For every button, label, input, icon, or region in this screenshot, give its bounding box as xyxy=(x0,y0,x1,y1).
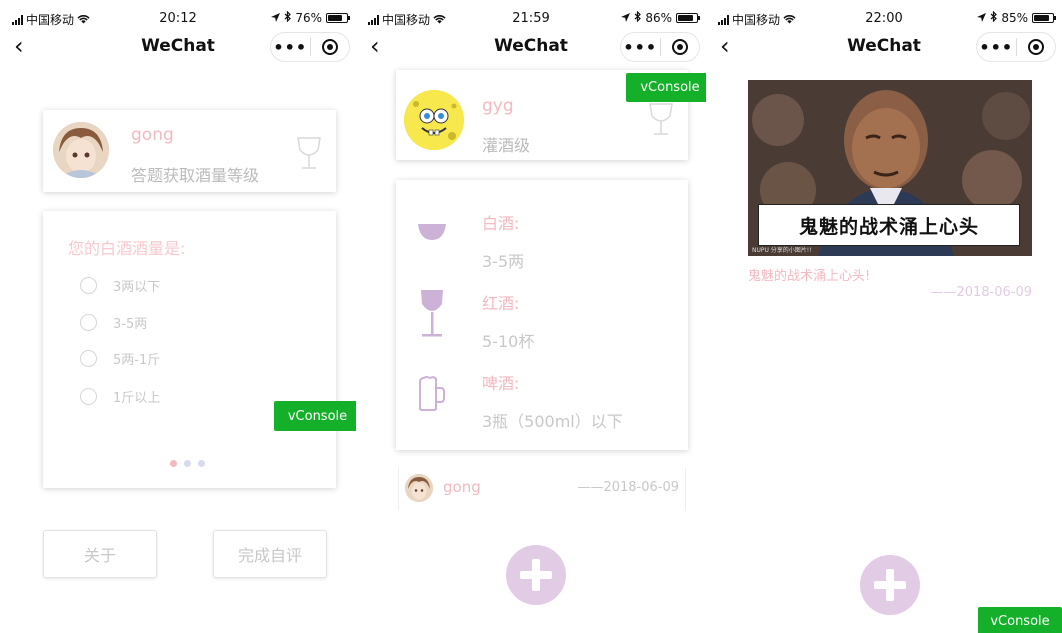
location-icon xyxy=(271,11,281,25)
battery-percent: 76% xyxy=(295,11,322,25)
option-label: 3-5两 xyxy=(113,317,148,332)
more-icon[interactable]: ••• xyxy=(271,38,310,57)
status-bar: 中国移动 21:59 86% xyxy=(356,0,706,36)
battery-level xyxy=(328,15,342,21)
location-icon xyxy=(977,11,987,25)
battery-icon xyxy=(326,13,350,23)
location-icon xyxy=(621,11,631,25)
navigation-bar: ‹ WeChat ••• xyxy=(356,32,706,62)
page-dot[interactable] xyxy=(170,460,177,467)
drink-amount: 5-10杯 xyxy=(482,332,535,351)
vconsole-button[interactable]: vConsole xyxy=(978,607,1062,633)
option-label: 3两以下 xyxy=(113,280,161,295)
battery-level xyxy=(1034,15,1050,21)
post-image[interactable]: 鬼魅的战术涌上心头 NUPU 分享的小图片!! xyxy=(748,80,1032,256)
navigation-bar: ‹ WeChat ••• xyxy=(706,32,1062,62)
history-record[interactable]: gong ——2018-06-09 xyxy=(398,468,686,510)
drink-label: 白酒: xyxy=(482,214,520,233)
beer-mug-icon xyxy=(419,376,445,411)
meme-caption: 鬼魅的战术涌上心头 xyxy=(758,204,1020,246)
screen-quiz: 中国移动 20:12 76% ‹ WeChat ••• gong 答题获取酒量等… xyxy=(0,0,356,633)
option-label: 5两-1斤 xyxy=(113,353,161,368)
baijiu-cup-icon xyxy=(418,224,446,240)
quiz-question: 您的白酒酒量是: xyxy=(68,239,186,258)
more-icon[interactable]: ••• xyxy=(977,38,1016,57)
battery-percent: 86% xyxy=(645,11,672,25)
drink-amount: 3瓶（500ml）以下 xyxy=(482,412,623,431)
close-mini-program-button[interactable] xyxy=(311,39,350,55)
avatar xyxy=(53,122,109,178)
drinking-level: 灌酒级 xyxy=(482,136,531,155)
menu-capsule: ••• xyxy=(270,32,350,62)
battery-percent: 85% xyxy=(1001,11,1028,25)
wine-glass-icon xyxy=(421,290,443,337)
bluetooth-icon xyxy=(634,10,642,25)
drink-amount: 3-5两 xyxy=(482,252,525,271)
bluetooth-icon xyxy=(284,10,292,25)
profile-card: gong 答题获取酒量等级 xyxy=(43,110,336,192)
screen-post: 中国移动 22:00 85% ‹ WeChat ••• 鬼魅的战术涌上心头 NU… xyxy=(706,0,1062,633)
navigation-bar: ‹ WeChat ••• xyxy=(0,32,356,62)
close-mini-program-button[interactable] xyxy=(1017,39,1056,55)
quiz-option[interactable]: 5两-1斤 xyxy=(80,349,160,368)
target-icon xyxy=(671,39,688,55)
post-date: ——2018-06-09 xyxy=(930,285,1032,300)
quiz-option[interactable]: 1斤以上 xyxy=(80,387,160,406)
battery-icon xyxy=(1032,13,1056,23)
battery-level xyxy=(678,15,694,21)
record-date: ——2018-06-09 xyxy=(577,480,679,495)
vconsole-button[interactable]: vConsole xyxy=(274,401,356,431)
option-label: 1斤以上 xyxy=(113,391,161,406)
post-text: 鬼魅的战术涌上心头! xyxy=(748,269,871,284)
status-right: 76% xyxy=(271,10,350,25)
close-mini-program-button[interactable] xyxy=(661,39,700,55)
more-icon[interactable]: ••• xyxy=(621,38,660,57)
wine-glass-icon xyxy=(648,102,674,142)
quiz-card: 您的白酒酒量是: 3两以下 3-5两 5两-1斤 1斤以上 xyxy=(43,211,336,488)
avatar xyxy=(404,90,464,150)
vconsole-button[interactable]: vConsole xyxy=(626,73,706,102)
finish-self-assessment-button[interactable]: 完成自评 xyxy=(213,530,327,578)
target-icon xyxy=(1027,39,1044,55)
avatar xyxy=(405,474,433,502)
quiz-option[interactable]: 3两以下 xyxy=(80,276,160,295)
battery-icon xyxy=(676,13,700,23)
add-button[interactable] xyxy=(860,555,920,615)
drink-label: 啤酒: xyxy=(482,374,520,393)
status-bar: 中国移动 22:00 85% xyxy=(706,0,1062,36)
page-indicator xyxy=(170,460,205,467)
menu-capsule: ••• xyxy=(976,32,1056,62)
profile-subtitle: 答题获取酒量等级 xyxy=(131,166,260,185)
radio-button[interactable] xyxy=(80,350,97,367)
image-watermark: NUPU 分享的小图片!! xyxy=(752,247,812,254)
screen-result: 中国移动 21:59 86% ‹ WeChat ••• gyg 灌酒级 白酒: … xyxy=(356,0,706,633)
status-bar: 中国移动 20:12 76% xyxy=(0,0,356,36)
radio-button[interactable] xyxy=(80,277,97,294)
status-right: 86% xyxy=(621,10,700,25)
status-right: 85% xyxy=(977,10,1056,25)
profile-name: gyg xyxy=(482,96,514,116)
bluetooth-icon xyxy=(990,10,998,25)
quiz-option[interactable]: 3-5两 xyxy=(80,313,147,332)
radio-button[interactable] xyxy=(80,388,97,405)
drink-label: 红酒: xyxy=(482,294,520,313)
wine-glass-icon xyxy=(296,136,322,176)
menu-capsule: ••• xyxy=(620,32,700,62)
record-name: gong xyxy=(443,478,481,496)
radio-button[interactable] xyxy=(80,314,97,331)
add-button[interactable] xyxy=(506,545,566,605)
about-button[interactable]: 关于 xyxy=(43,530,157,578)
profile-name: gong xyxy=(131,125,174,145)
page-dot[interactable] xyxy=(184,460,191,467)
drinks-card: 白酒: 3-5两 红酒: 5-10杯 啤酒: 3瓶（500ml）以下 xyxy=(396,180,688,450)
page-dot[interactable] xyxy=(198,460,205,467)
target-icon xyxy=(321,39,338,55)
